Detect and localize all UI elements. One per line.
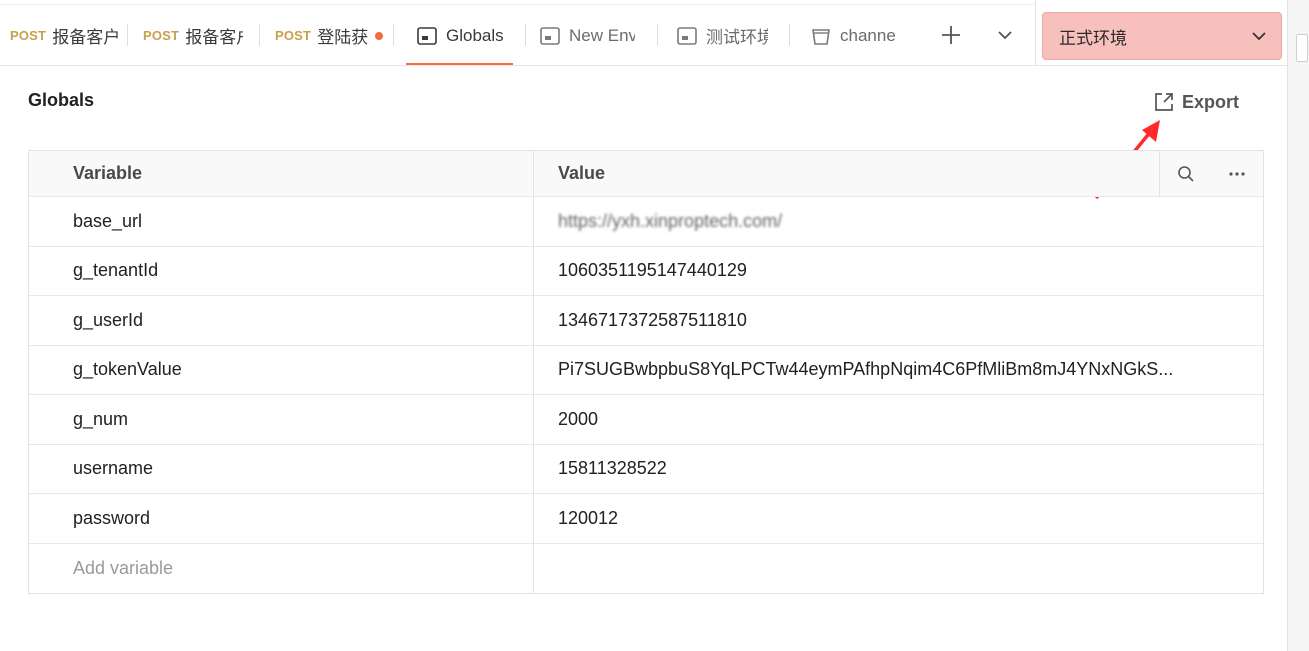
chevron-down-icon: [1252, 32, 1266, 41]
variable-name[interactable]: base_url: [29, 197, 534, 246]
tab-separator: [259, 24, 260, 46]
environment-icon: [676, 25, 698, 47]
add-value-input[interactable]: [534, 544, 1160, 594]
more-options-button[interactable]: [1223, 160, 1251, 188]
tab-globals[interactable]: Globals: [406, 6, 513, 65]
more-tabs-button[interactable]: [992, 20, 1018, 50]
variable-value[interactable]: 1060351195147440129: [534, 247, 1160, 296]
search-icon: [1177, 165, 1194, 182]
export-button[interactable]: Export: [1152, 88, 1239, 116]
variable-value[interactable]: Pi7SUGBwbpbuS8YqLPCTw44eymPAfhpNqim4C6Pf…: [534, 346, 1263, 395]
new-tab-button[interactable]: [938, 20, 964, 50]
table-row[interactable]: username 15811328522: [29, 444, 1263, 494]
table-row[interactable]: g_tenantId 1060351195147440129: [29, 246, 1263, 296]
table-header-actions: [1160, 151, 1263, 196]
table-row[interactable]: password 120012: [29, 494, 1263, 544]
tab-bar: POST 报备客户 POST 报备客户 POST 登陆获 Globals New…: [0, 0, 1309, 66]
chevron-down-icon: [998, 31, 1012, 40]
tabbar-divider: [1035, 0, 1036, 66]
table-header-row: Variable Value: [29, 151, 1263, 197]
variable-value[interactable]: https://yxh.xinproptech.com/: [534, 197, 1160, 246]
method-badge: POST: [143, 28, 180, 43]
variable-name[interactable]: g_num: [29, 395, 534, 444]
tab-label: New Env: [569, 25, 635, 45]
tab-label: 登陆获: [317, 28, 369, 47]
collection-icon: [810, 25, 832, 47]
add-variable-row[interactable]: Add variable: [29, 543, 1263, 594]
tab-separator: [127, 24, 128, 46]
variable-value[interactable]: 1346717372587511810: [534, 296, 1160, 345]
variable-name[interactable]: g_userId: [29, 296, 534, 345]
variable-value-text: 15811328522: [558, 458, 667, 479]
header-variable: Variable: [29, 151, 534, 196]
tab-request-1[interactable]: POST 报备客户: [10, 6, 122, 65]
table-row[interactable]: g_num 2000: [29, 395, 1263, 445]
tab-bar-top-line: [0, 4, 1035, 5]
tab-separator: [525, 24, 526, 46]
variable-value-text: 120012: [558, 507, 619, 528]
export-label: Export: [1182, 91, 1240, 112]
unsaved-dot-icon: [375, 31, 384, 40]
table-row[interactable]: base_url https://yxh.xinproptech.com/: [29, 197, 1263, 247]
environment-selected-label: 正式环境: [1059, 28, 1127, 48]
tab-label: 测试环境: [706, 28, 768, 47]
export-icon: [1152, 90, 1176, 114]
tab-label: channe: [840, 25, 896, 45]
variable-value-text: Pi7SUGBwbpbuS8YqLPCTw44eymPAfhpNqim4C6Pf…: [558, 359, 1174, 380]
tab-request-2[interactable]: POST 报备客户: [143, 6, 243, 65]
variable-value-text: 1346717372587511810: [558, 309, 747, 330]
header-value: Value: [534, 151, 1160, 196]
right-sidebar-strip: [1287, 0, 1309, 651]
variable-name[interactable]: username: [29, 444, 534, 493]
search-button[interactable]: [1172, 160, 1200, 188]
variable-value-text: https://yxh.xinproptech.com/: [558, 210, 783, 231]
ellipsis-icon: [1229, 171, 1245, 176]
add-variable-input[interactable]: Add variable: [29, 543, 534, 593]
variable-name[interactable]: password: [29, 494, 534, 543]
tab-collection-channe[interactable]: channe: [810, 6, 910, 65]
tab-label: Globals: [446, 25, 504, 45]
environment-icon: [539, 25, 561, 47]
table-row[interactable]: g_tokenValue Pi7SUGBwbpbuS8YqLPCTw44eymP…: [29, 345, 1263, 395]
variable-value[interactable]: 120012: [534, 494, 1160, 543]
panel-toggle-icon[interactable]: [1296, 34, 1308, 62]
page-title: Globals: [28, 90, 95, 110]
method-badge: POST: [275, 28, 312, 43]
environment-selector[interactable]: 正式环境: [1042, 12, 1282, 60]
variable-name[interactable]: g_tokenValue: [29, 345, 534, 394]
plus-icon: [942, 26, 960, 44]
tab-environment-new-env[interactable]: New Env: [539, 6, 639, 65]
variable-value[interactable]: 2000: [534, 395, 1160, 444]
variable-value-text: 2000: [558, 408, 599, 429]
tab-separator: [393, 24, 394, 46]
variable-name[interactable]: g_tenantId: [29, 246, 534, 295]
tab-environment-test[interactable]: 测试环境: [676, 6, 768, 65]
table-row[interactable]: g_userId 1346717372587511810: [29, 296, 1263, 346]
tab-request-3[interactable]: POST 登陆获: [275, 6, 385, 65]
tab-separator: [657, 24, 658, 46]
globals-icon: [416, 25, 438, 47]
variable-value-text: 1060351195147440129: [558, 260, 747, 281]
tab-label: 报备客户: [185, 28, 243, 47]
tab-separator: [789, 24, 790, 46]
globals-variables-table: Variable Value base_url https://yxh.xinp…: [28, 150, 1264, 594]
variable-value[interactable]: 15811328522: [534, 445, 1160, 494]
method-badge: POST: [10, 28, 47, 43]
tab-label: 报备客户: [52, 28, 121, 47]
